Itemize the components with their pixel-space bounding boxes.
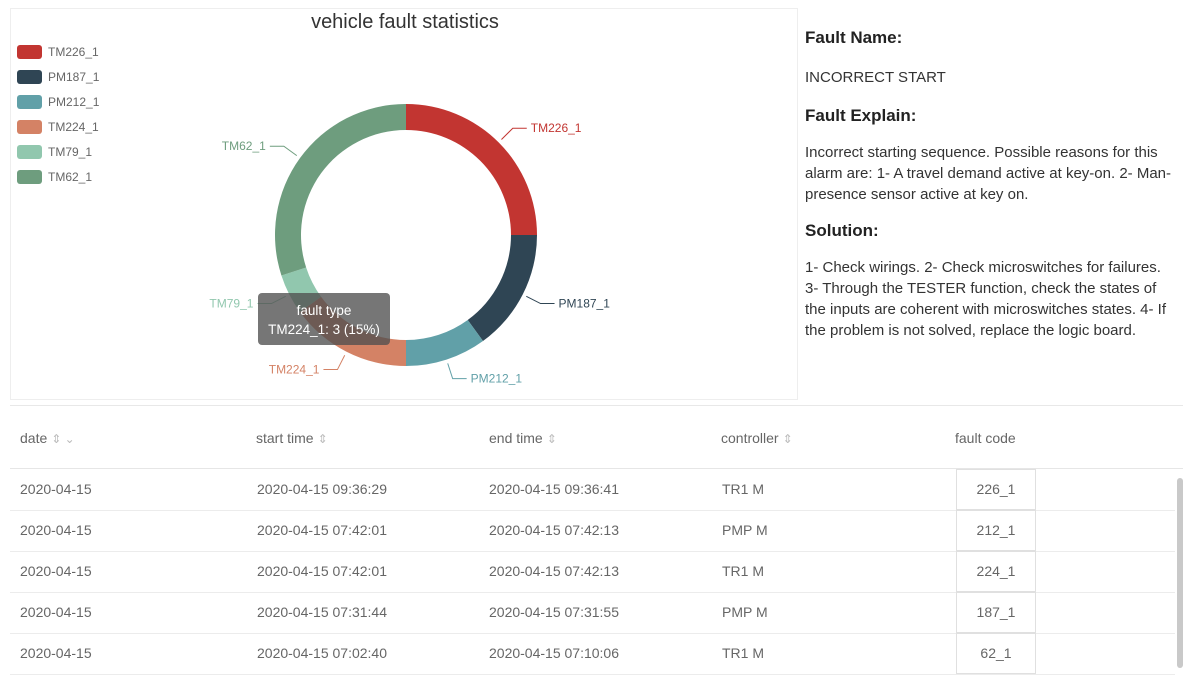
cell-start-time: 2020-04-15 07:42:01 <box>257 563 387 579</box>
label-leader-line <box>323 355 346 371</box>
fault-code-button[interactable]: 62_1 <box>956 633 1036 674</box>
column-header-fault-code: fault code <box>955 430 1016 446</box>
fault-name-heading: Fault Name: <box>805 28 903 47</box>
fault-info-panel: Fault Name: INCORRECT START Fault Explai… <box>804 8 1183 400</box>
column-header-end-time[interactable]: end time ⇕ <box>489 430 557 446</box>
column-label: date <box>20 430 48 446</box>
column-label: fault code <box>955 430 1016 446</box>
solution-text: 1- Check wirings. 2- Check microswitches… <box>805 259 1166 339</box>
cell-controller: PMP M <box>722 522 768 538</box>
slice-label: TM226_1 <box>531 121 582 135</box>
cell-date: 2020-04-15 <box>20 645 92 661</box>
column-header-controller[interactable]: controller ⇕ <box>721 430 793 446</box>
fault-explain-heading: Fault Explain: <box>805 106 917 125</box>
sort-icon: ⇕ <box>782 432 793 446</box>
cell-start-time: 2020-04-15 07:02:40 <box>257 645 387 661</box>
table-header: date ⇕ ⌄ start time ⇕ end time ⇕ controller… <box>10 406 1183 469</box>
fault-name-value: INCORRECT START <box>805 69 946 86</box>
cell-controller: TR1 M <box>722 563 764 579</box>
solution-heading: Solution: <box>805 221 879 240</box>
table-scrollbar[interactable] <box>1177 478 1183 668</box>
column-label: start time <box>256 430 314 446</box>
cell-controller: TR1 M <box>722 481 764 497</box>
donut-slice-tm62-1[interactable] <box>274 104 406 276</box>
fault-code-button[interactable]: 212_1 <box>956 510 1036 551</box>
donut-slice-tm226-1[interactable] <box>406 104 537 235</box>
cell-date: 2020-04-15 <box>20 481 92 497</box>
chart-tooltip: fault type TM224_1: 3 (15%) <box>258 293 390 345</box>
fault-explain-text: Incorrect starting sequence. Possible re… <box>805 144 1171 203</box>
slice-label: PM212_1 <box>471 372 523 386</box>
fault-chart-panel: vehicle fault statistics TM226_1 PM187_1… <box>10 8 798 400</box>
fault-table: date ⇕ ⌄ start time ⇕ end time ⇕ controller… <box>10 405 1183 675</box>
cell-end-time: 2020-04-15 07:10:06 <box>489 645 619 661</box>
label-leader-line <box>526 295 555 305</box>
donut-slice-pm187-1[interactable] <box>467 235 537 341</box>
table-row[interactable]: 2020-04-15 2020-04-15 07:42:01 2020-04-1… <box>10 551 1175 593</box>
tooltip-text: TM224_1: 3 (15%) <box>268 322 380 337</box>
slice-label: TM79_1 <box>209 297 253 311</box>
fault-code-button[interactable]: 187_1 <box>956 592 1036 633</box>
fault-code-button[interactable]: 226_1 <box>956 469 1036 510</box>
slice-label: TM224_1 <box>269 363 320 377</box>
label-leader-line <box>501 127 527 140</box>
tooltip-title: fault type <box>296 303 352 318</box>
table-row[interactable]: 2020-04-15 2020-04-15 09:36:29 2020-04-1… <box>10 469 1175 511</box>
table-row[interactable]: 2020-04-15 2020-04-15 07:02:40 2020-04-1… <box>10 633 1175 675</box>
label-leader-line <box>447 363 467 380</box>
cell-end-time: 2020-04-15 07:42:13 <box>489 522 619 538</box>
slice-label: PM187_1 <box>559 297 611 311</box>
sort-icon: ⇕ <box>317 432 328 446</box>
cell-controller: TR1 M <box>722 645 764 661</box>
column-label: controller <box>721 430 779 446</box>
sort-icon: ⇕ <box>546 432 557 446</box>
cell-start-time: 2020-04-15 09:36:29 <box>257 481 387 497</box>
slice-label: TM62_1 <box>222 139 266 153</box>
column-label: end time <box>489 430 543 446</box>
column-header-date[interactable]: date ⇕ ⌄ <box>20 430 75 446</box>
cell-start-time: 2020-04-15 07:31:44 <box>257 604 387 620</box>
table-row[interactable]: 2020-04-15 2020-04-15 07:31:44 2020-04-1… <box>10 592 1175 634</box>
table-row[interactable]: 2020-04-15 2020-04-15 07:42:01 2020-04-1… <box>10 510 1175 552</box>
cell-date: 2020-04-15 <box>20 522 92 538</box>
cell-start-time: 2020-04-15 07:42:01 <box>257 522 387 538</box>
label-leader-line <box>269 145 298 157</box>
fault-code-button[interactable]: 224_1 <box>956 551 1036 592</box>
column-header-start-time[interactable]: start time ⇕ <box>256 430 328 446</box>
sort-icon: ⇕ ⌄ <box>51 432 75 446</box>
cell-end-time: 2020-04-15 07:42:13 <box>489 563 619 579</box>
cell-date: 2020-04-15 <box>20 604 92 620</box>
cell-end-time: 2020-04-15 09:36:41 <box>489 481 619 497</box>
donut-chart: TM226_1 PM187_1 PM212_1 TM224_1 TM79_1 TM62_1 <box>209 104 611 386</box>
donut-slice-pm212-1[interactable] <box>406 319 483 366</box>
cell-controller: PMP M <box>722 604 768 620</box>
cell-date: 2020-04-15 <box>20 563 92 579</box>
cell-end-time: 2020-04-15 07:31:55 <box>489 604 619 620</box>
